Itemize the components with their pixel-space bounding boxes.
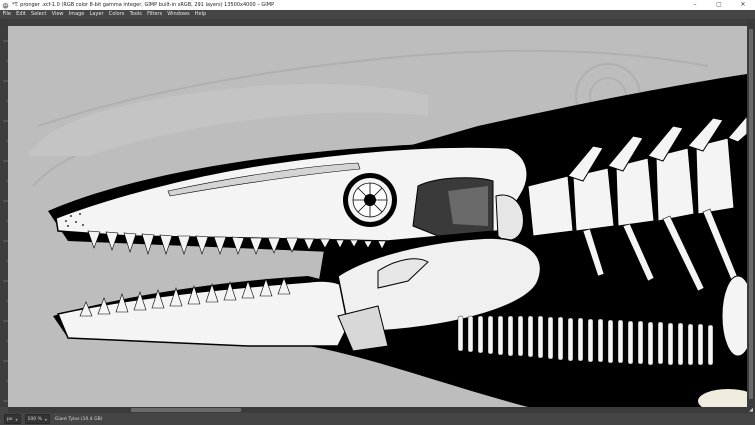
close-button[interactable]: ✕ <box>731 0 755 10</box>
navigate-button[interactable] <box>747 19 755 33</box>
menu-image[interactable]: Image <box>66 10 87 19</box>
menu-help[interactable]: Help <box>192 10 209 19</box>
minimize-button[interactable]: – <box>683 0 707 10</box>
ruler-corner-button[interactable] <box>0 19 8 26</box>
status-message: Giant Tylos (10.4 GB) <box>54 416 103 422</box>
menu-colors[interactable]: Colors <box>106 10 127 19</box>
chevron-down-icon: ▾ <box>15 416 18 422</box>
menu-select[interactable]: Select <box>28 10 49 19</box>
unit-value: px <box>7 416 13 422</box>
status-bar: px ▾ 100 % ▾ Giant Tylos (10.4 GB) <box>0 413 755 425</box>
vertical-scrollbar[interactable] <box>747 26 755 407</box>
zoom-value: 100 % <box>27 416 42 422</box>
mosasaur-skull-artwork <box>28 49 747 407</box>
menu-layer[interactable]: Layer <box>87 10 106 19</box>
menu-edit[interactable]: Edit <box>14 10 29 19</box>
menu-windows[interactable]: Windows <box>165 10 193 19</box>
menu-bar: File Edit Select View Image Layer Colors… <box>0 10 755 19</box>
menu-tools[interactable]: Tools <box>127 10 145 19</box>
menu-file[interactable]: File <box>0 10 14 19</box>
image-canvas[interactable] <box>8 26 747 407</box>
chevron-down-icon: ▾ <box>44 416 47 422</box>
ruler-vertical-ticks <box>3 40 8 402</box>
menu-filters[interactable]: Filters <box>145 10 165 19</box>
gimp-icon <box>2 2 9 9</box>
unit-select[interactable]: px ▾ <box>4 414 21 424</box>
zoom-select[interactable]: 100 % ▾ <box>24 414 50 424</box>
maximize-button[interactable]: ▢ <box>707 0 731 10</box>
window-controls: – ▢ ✕ <box>683 0 755 10</box>
window-title: *T. pronger .xcf-1.0 (RGB color 8-bit ga… <box>12 2 275 8</box>
menu-view[interactable]: View <box>49 10 66 19</box>
horizontal-scroll-thumb[interactable] <box>131 408 241 412</box>
vertical-scroll-thumb[interactable] <box>749 29 753 399</box>
